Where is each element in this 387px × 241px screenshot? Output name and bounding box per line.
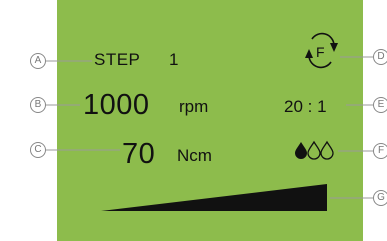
callout-lines [46,56,373,199]
callout-f: F [373,143,387,159]
callout-d: D [373,49,387,65]
callout-e: E [373,97,387,113]
callout-a: A [30,53,46,69]
callout-b: B [30,97,46,113]
callout-c: C [30,142,46,158]
callout-g: G [373,190,387,206]
